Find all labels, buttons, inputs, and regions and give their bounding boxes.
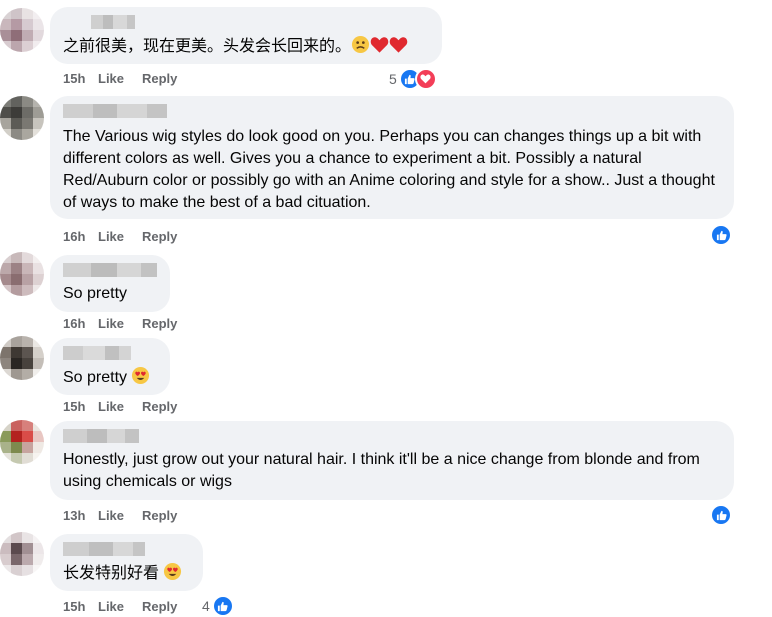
- commenter-name[interactable]: [63, 429, 721, 443]
- reaction-summary[interactable]: 5: [389, 68, 437, 90]
- comment-text: 长发特别好看: [63, 562, 190, 588]
- like-icon: [710, 504, 732, 526]
- comment-time[interactable]: 13h: [63, 508, 98, 523]
- comment-time[interactable]: 16h: [63, 316, 98, 331]
- commenter-name[interactable]: [91, 15, 429, 29]
- comment-bubble: 长发特别好看: [50, 534, 203, 591]
- avatar[interactable]: [0, 252, 44, 296]
- reaction-summary[interactable]: 4: [202, 595, 234, 617]
- comment-bubble: So pretty: [50, 255, 170, 312]
- like-button[interactable]: Like: [98, 229, 142, 244]
- comment-actions: 15h Like Reply: [63, 399, 177, 414]
- like-button[interactable]: Like: [98, 71, 142, 86]
- reply-button[interactable]: Reply: [142, 399, 177, 414]
- comment-bubble: Honestly, just grow out your natural hai…: [50, 421, 734, 500]
- comment-text: The Various wig styles do look good on y…: [63, 128, 715, 211]
- commenter-name[interactable]: [63, 263, 157, 277]
- comment-time[interactable]: 15h: [63, 599, 98, 614]
- comment-bubble: The Various wig styles do look good on y…: [50, 96, 734, 219]
- like-button[interactable]: Like: [98, 599, 142, 614]
- commenter-name[interactable]: [63, 104, 721, 118]
- reaction-summary[interactable]: [710, 504, 732, 526]
- avatar[interactable]: [0, 420, 44, 464]
- like-icon: [211, 595, 234, 617]
- comment-actions: 15h Like Reply: [63, 599, 177, 614]
- commenter-name[interactable]: [63, 542, 190, 556]
- comment-actions: 15h Like Reply: [63, 71, 177, 86]
- comment-actions: 16h Like Reply: [63, 316, 177, 331]
- like-button[interactable]: Like: [98, 316, 142, 331]
- like-button[interactable]: Like: [98, 399, 142, 414]
- reply-button[interactable]: Reply: [142, 599, 177, 614]
- comment-actions: 13h Like Reply: [63, 508, 177, 523]
- red-heart-emoji: [389, 36, 408, 61]
- red-heart-emoji: [370, 36, 389, 61]
- comment-bubble: 之前很美，现在更美。头发会长回来的。: [50, 7, 442, 64]
- reply-button[interactable]: Reply: [142, 71, 177, 86]
- avatar[interactable]: [0, 8, 44, 52]
- heart-eyes-emoji: [163, 562, 182, 588]
- like-button[interactable]: Like: [98, 508, 142, 523]
- comment-text: So pretty: [63, 366, 157, 392]
- reply-button[interactable]: Reply: [142, 316, 177, 331]
- commenter-name[interactable]: [63, 346, 157, 360]
- comment-bubble: So pretty: [50, 338, 170, 395]
- reaction-summary[interactable]: [710, 224, 732, 246]
- avatar[interactable]: [0, 96, 44, 140]
- love-icon: [414, 68, 437, 90]
- avatar[interactable]: [0, 532, 44, 576]
- reply-button[interactable]: Reply: [142, 229, 177, 244]
- sad-face-emoji: [351, 35, 370, 61]
- comment-time[interactable]: 16h: [63, 229, 98, 244]
- reaction-count: 4: [202, 598, 210, 614]
- like-icon: [710, 224, 732, 246]
- comment-text: 之前很美，现在更美。头发会长回来的。: [63, 35, 429, 61]
- comment-time[interactable]: 15h: [63, 71, 98, 86]
- reaction-count: 5: [389, 71, 397, 87]
- comment-text: So pretty: [63, 285, 128, 302]
- comment-time[interactable]: 15h: [63, 399, 98, 414]
- comment-text: Honestly, just grow out your natural hai…: [63, 451, 700, 490]
- avatar[interactable]: [0, 336, 44, 380]
- reply-button[interactable]: Reply: [142, 508, 177, 523]
- comment-actions: 16h Like Reply: [63, 229, 177, 244]
- heart-eyes-emoji: [131, 366, 150, 392]
